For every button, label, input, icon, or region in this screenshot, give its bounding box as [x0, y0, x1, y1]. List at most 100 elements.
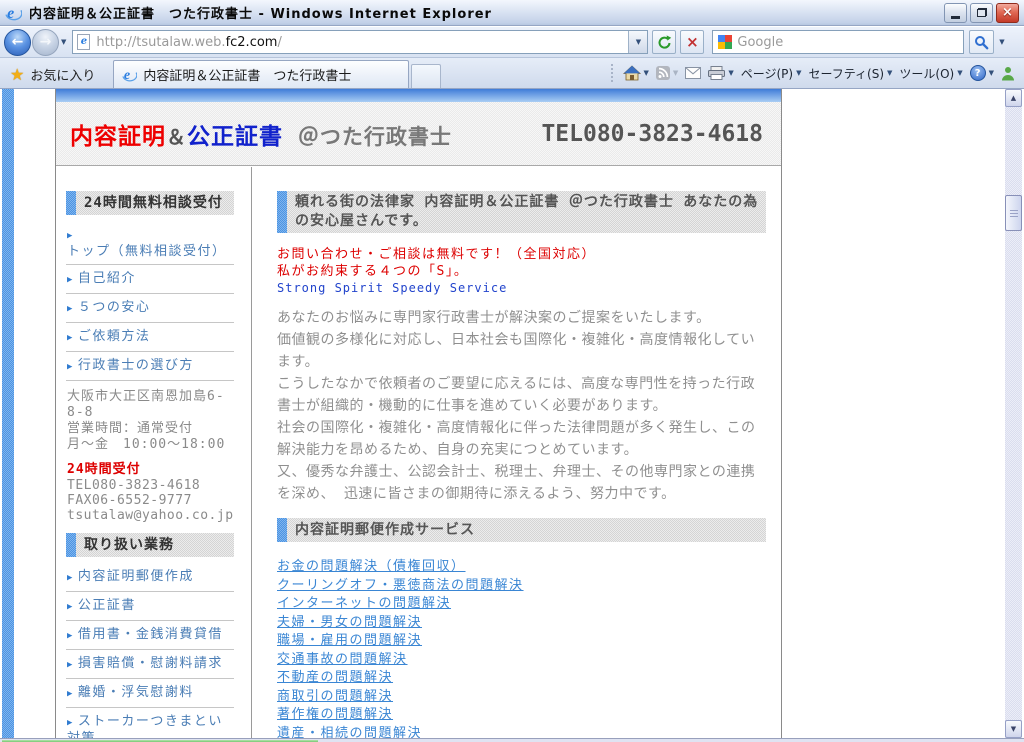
phone-number: TEL080-3823-4618 [67, 478, 234, 493]
forward-button[interactable]: → [32, 29, 59, 56]
site-title: 内容証明＆公正証書 ＠つた行政書士 [70, 117, 452, 151]
sidebar-item-top[interactable]: ▶トップ（無料相談受付） [66, 221, 234, 265]
search-options-dropdown[interactable]: ▼ [994, 30, 1009, 54]
mail-icon [685, 67, 701, 79]
sidebar-item-stalker[interactable]: ▶ストーカーつきまとい対策 [66, 708, 234, 738]
active-tab[interactable]: e 内容証明＆公正証書 つた行政書士 [113, 60, 409, 88]
back-button[interactable]: ← [4, 29, 31, 56]
favorites-button[interactable]: ★ お気に入り [0, 61, 107, 88]
sidebar-item-notarized-deed[interactable]: ▶公正証書 [66, 592, 234, 621]
help-icon: ? [970, 65, 986, 81]
ie-logo-icon: e [5, 4, 22, 21]
refresh-button[interactable] [652, 30, 676, 54]
paragraph: 又、優秀な弁護士、公認会計士、税理士、弁理士、その他専門家との連携を深め、 迅速… [277, 461, 766, 505]
print-button[interactable]: ▼ [708, 66, 733, 80]
chevron-down-icon: ▼ [957, 69, 962, 77]
address-line: 大阪市大正区南恩加島6- [67, 389, 234, 405]
sidebar-item-naiyoshomei[interactable]: ▶内容証明郵便作成 [66, 563, 234, 592]
navigation-bar: ← → ▼ e http://tsutalaw.web.fc2.com/ ▼ ×… [0, 27, 1024, 58]
printer-icon [708, 66, 725, 80]
close-button[interactable]: × [996, 3, 1019, 23]
read-mail-button[interactable] [685, 67, 701, 79]
home-icon [623, 65, 641, 81]
chevron-down-icon: ▼ [989, 69, 994, 77]
rss-feed-icon [656, 66, 670, 80]
menu-arrow-icon: ▶ [67, 231, 74, 241]
link-copyright[interactable]: 著作権の問題解決 [277, 706, 766, 725]
home-button[interactable]: ▼ [623, 65, 649, 81]
sidebar-item-loan-documents[interactable]: ▶借用書・金銭消費貸借 [66, 621, 234, 650]
column-divider [251, 167, 252, 738]
vertical-scrollbar[interactable]: ▲ ▼ [1005, 89, 1022, 738]
link-money-problems[interactable]: お金の問題解決（債権回収） [277, 558, 766, 577]
status-bar [0, 738, 1024, 742]
sidebar-menu-consult: ▶トップ（無料相談受付） ▶自己紹介 ▶５つの安心 ▶ご依頼方法 ▶行政書士の選… [66, 221, 234, 381]
sidebar-item-how-to-choose[interactable]: ▶行政書士の選び方 [66, 352, 234, 381]
welcome-header: 頼れる街の法律家 内容証明＆公正証書 ＠つた行政書士 あなたの為の安心屋さんです… [277, 191, 766, 233]
url-text[interactable]: http://tsutalaw.web.fc2.com/ [96, 35, 281, 50]
window-controls: × [944, 3, 1019, 23]
menu-arrow-icon: ▶ [67, 362, 74, 372]
search-go-button[interactable] [969, 30, 994, 54]
feeds-button[interactable]: ▼ [656, 66, 678, 80]
safety-menu[interactable]: セーフティ(S) ▼ [808, 65, 892, 82]
command-bar: ▼ ▼ ▼ ページ(P) [611, 58, 1024, 88]
link-traffic-accident[interactable]: 交通事故の問題解決 [277, 651, 766, 670]
business-hours: 営業時間：通常受付 [67, 421, 234, 437]
sidebar-item-damages-claim[interactable]: ▶損害賠償・慰謝料請求 [66, 650, 234, 679]
sidebar-item-profile[interactable]: ▶自己紹介 [66, 265, 234, 294]
24h-reception-label: 24時間受付 [67, 462, 234, 478]
tools-menu[interactable]: ツール(O) ▼ [899, 65, 962, 82]
messenger-button[interactable] [1001, 66, 1015, 81]
page-menu[interactable]: ページ(P) ▼ [741, 65, 802, 82]
search-input[interactable]: Google [712, 30, 964, 54]
home-dropdown-icon[interactable]: ▼ [644, 69, 649, 77]
address-bar[interactable]: e http://tsutalaw.web.fc2.com/ ▼ [72, 30, 648, 54]
stop-button[interactable]: × [680, 30, 704, 54]
print-dropdown-icon[interactable]: ▼ [728, 69, 733, 77]
stop-icon: × [686, 35, 699, 50]
scroll-down-button[interactable]: ▼ [1005, 720, 1022, 738]
restore-icon [977, 8, 987, 17]
close-icon: × [1002, 6, 1013, 19]
toolbar-separator [611, 64, 614, 82]
sidebar-item-divorce[interactable]: ▶離婚・浮気慰謝料 [66, 679, 234, 708]
address-line: 8-8 [67, 405, 234, 421]
window-title: 内容証明＆公正証書 つた行政書士 - Windows Internet Expl… [29, 3, 492, 22]
favorites-label: お気に入り [30, 65, 95, 84]
intro-paragraphs: あなたのお悩みに専門家行政書士が解決案のご提案をいたします。 価値観の多様化に対… [277, 307, 766, 505]
menu-arrow-icon: ▶ [67, 573, 74, 583]
sidebar-item-five-assurances[interactable]: ▶５つの安心 [66, 294, 234, 323]
main-content: 頼れる街の法律家 内容証明＆公正証書 ＠つた行政書士 あなたの為の安心屋さんです… [277, 191, 766, 738]
service-link-list: お金の問題解決（債権回収） クーリングオフ・悪徳商法の問題解決 インターネットの… [277, 558, 766, 738]
sidebar-item-how-to-request[interactable]: ▶ご依頼方法 [66, 323, 234, 352]
new-tab-button[interactable] [411, 64, 441, 88]
address-dropdown-button[interactable]: ▼ [628, 31, 647, 53]
link-marital[interactable]: 夫婦・男女の問題解決 [277, 614, 766, 633]
link-cooling-off[interactable]: クーリングオフ・悪徳商法の問題解決 [277, 577, 766, 596]
welcome-title: 頼れる街の法律家 内容証明＆公正証書 ＠つた行政書士 あなたの為の安心屋さんです… [287, 191, 766, 233]
menu-arrow-icon: ▶ [67, 689, 74, 699]
tab-bar: ★ お気に入り e 内容証明＆公正証書 つた行政書士 ▼ ▼ [0, 58, 1024, 89]
link-workplace[interactable]: 職場・雇用の問題解決 [277, 632, 766, 651]
link-internet[interactable]: インターネットの問題解決 [277, 595, 766, 614]
recent-pages-dropdown[interactable]: ▼ [59, 38, 70, 46]
email-address: tsutalaw@yahoo.co.jp [67, 508, 234, 523]
link-commerce[interactable]: 商取引の問題解決 [277, 688, 766, 707]
paragraph: こうしたなかで依頼者のご要望に応えるには、高度な専門性を持った行政書士が組織的・… [277, 373, 766, 417]
service-section-title: 内容証明郵便作成サービス [287, 518, 766, 542]
restore-button[interactable] [970, 3, 993, 23]
sidebar-section-header-consult: 24時間無料相談受付 [66, 191, 234, 215]
scroll-down-icon: ▼ [1011, 725, 1016, 733]
free-consultation-notice: お問い合わせ・ご相談は無料です！（全国対応） [277, 246, 766, 263]
webpage-container: 内容証明＆公正証書 ＠つた行政書士 TEL080-3823-4618 24時間無… [55, 89, 782, 738]
site-phone-number: TEL080-3823-4618 [541, 121, 763, 147]
scrollbar-thumb[interactable] [1005, 195, 1022, 231]
help-menu[interactable]: ? ▼ [970, 65, 994, 81]
link-real-estate[interactable]: 不動産の問題解決 [277, 669, 766, 688]
page-top-gradient-bar [56, 89, 781, 102]
minimize-button[interactable] [944, 3, 967, 23]
link-inheritance[interactable]: 遺産・相続の問題解決 [277, 725, 766, 739]
business-hours: 月～金 10:00～18:00 [67, 437, 234, 453]
scroll-up-button[interactable]: ▲ [1005, 89, 1022, 107]
